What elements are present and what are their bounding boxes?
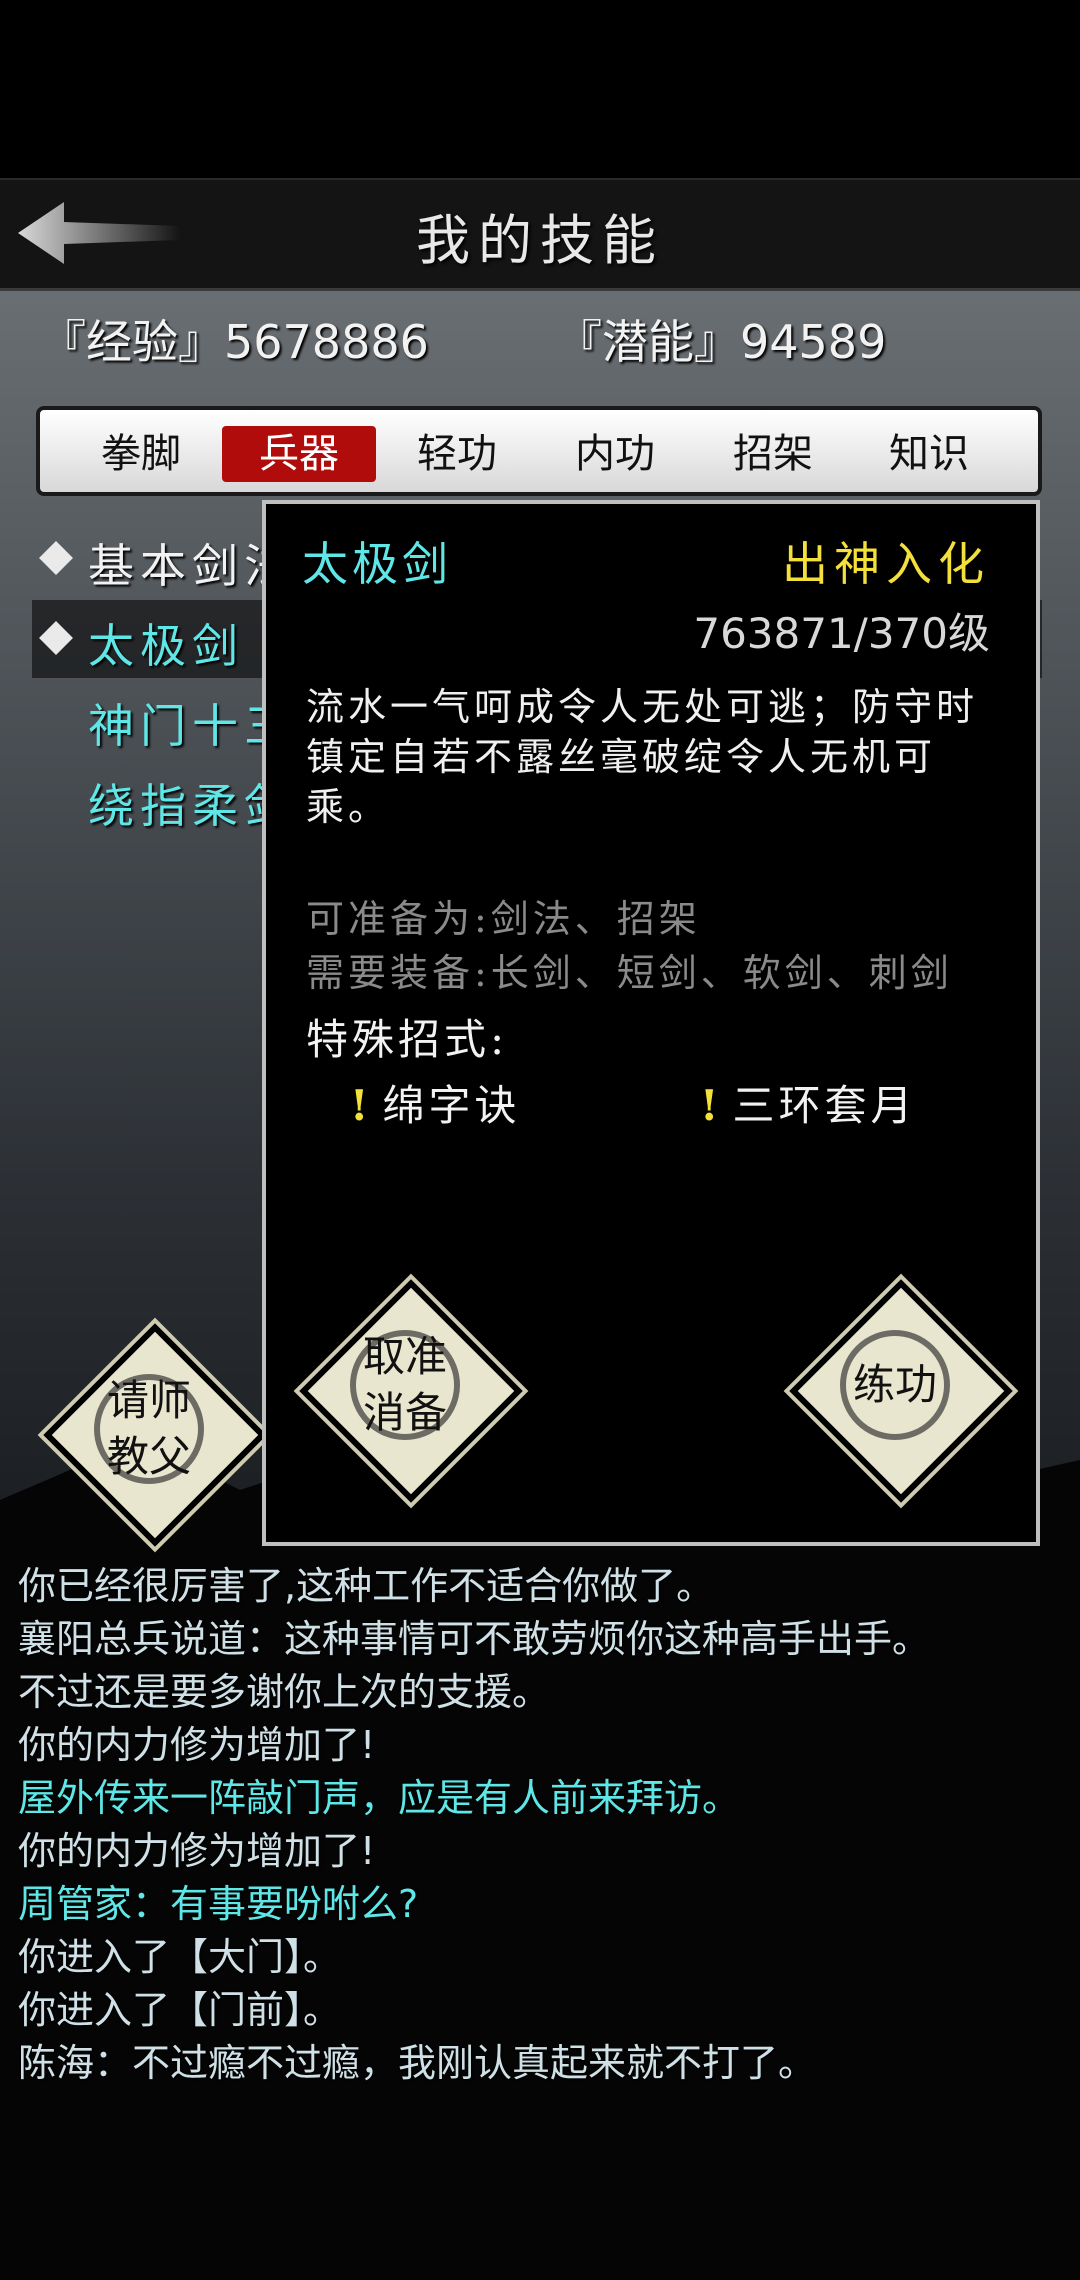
tab-weapon[interactable]: 兵器 — [222, 426, 376, 482]
skill-description: 流水一气呵成令人无处可逃；防守时镇定自若不露丝毫破绽令人无机可乘。 — [306, 685, 979, 829]
prepare-info: 可准备为:剑法、招架 — [306, 897, 701, 941]
log-line: 你进入了【大门】。 — [18, 1935, 342, 1979]
skill-name: 太极剑 — [302, 537, 452, 591]
tab-knowledge[interactable]: 知识 — [852, 426, 1006, 482]
tab-fist[interactable]: 拳脚 — [64, 426, 218, 482]
log-line: 陈海：不过瘾不过瘾，我刚认真起来就不打了。 — [18, 2041, 817, 2085]
log-line: 襄阳总兵说道：这种事情可不敢劳烦你这种高手出手。 — [18, 1617, 931, 1661]
page-title: 我的技能 — [416, 209, 664, 272]
alert-marker-icon: ! — [350, 1081, 373, 1130]
skill-level: 763871/370级 — [693, 609, 990, 658]
special-move[interactable]: ! 三环套月 — [700, 1072, 916, 1133]
ask-master-label: 请师 教父 — [106, 1376, 191, 1481]
tab-parry[interactable]: 招架 — [696, 426, 850, 482]
message-log: 你已经很厉害了,这种工作不适合你做了。 襄阳总兵说道：这种事情可不敢劳烦你这种高… — [18, 1560, 1068, 2090]
alert-marker-icon: ! — [700, 1081, 723, 1130]
diamond-bullet-icon — [39, 541, 73, 575]
log-line: 你进入了【门前】。 — [18, 1988, 342, 2032]
practice-label: 练功 — [852, 1360, 937, 1409]
special-move-label: 三环套月 — [732, 1081, 917, 1130]
potential-stat: 『潜能』94589 — [556, 315, 887, 369]
log-line: 屋外传来一阵敲门声，应是有人前来拜访。 — [18, 1776, 741, 1820]
diamond-bullet-icon — [39, 621, 73, 655]
tab-lightness[interactable]: 轻功 — [380, 426, 534, 482]
skill-rank: 出神入化 — [782, 537, 990, 591]
cancel-prepare-label: 取准 消备 — [362, 1332, 447, 1437]
skill-list-label: 太极剑 — [88, 619, 244, 673]
experience-stat: 『经验』5678886 — [40, 315, 429, 369]
ask-master-button[interactable]: 请师 教父 — [43, 1323, 267, 1547]
log-line: 你的内力修为增加了! — [18, 1829, 376, 1873]
special-moves-title: 特殊招式: — [306, 1015, 509, 1064]
practice-button[interactable]: 练功 — [789, 1279, 1013, 1503]
cancel-prepare-button[interactable]: 取准 消备 — [299, 1279, 523, 1503]
log-line: 周管家：有事要吩咐么? — [18, 1882, 419, 1926]
log-line: 你的内力修为增加了! — [18, 1723, 376, 1767]
log-line: 你已经很厉害了,这种工作不适合你做了。 — [18, 1564, 715, 1608]
special-move-label: 绵字诀 — [382, 1081, 521, 1130]
special-move[interactable]: ! 绵字诀 — [350, 1072, 520, 1133]
tab-internal[interactable]: 内功 — [538, 426, 692, 482]
skill-tab-bar: 拳脚 兵器 轻功 内功 招架 知识 — [36, 406, 1042, 496]
log-line: 不过还是要多谢你上次的支援。 — [18, 1670, 551, 1714]
equip-info: 需要装备:长剑、短剑、软剑、刺剑 — [306, 951, 953, 995]
